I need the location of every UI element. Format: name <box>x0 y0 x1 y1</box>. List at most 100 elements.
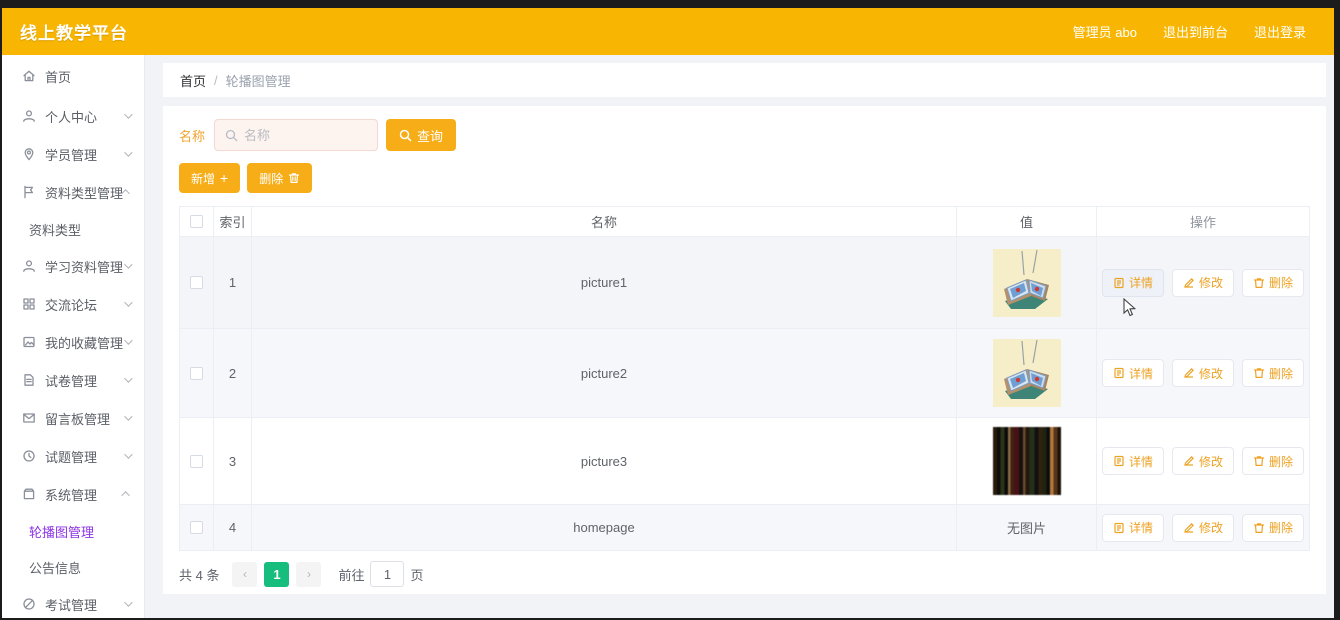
table-row: 4 homepage 无图片 详情 修改 删除 <box>180 505 1309 551</box>
sidebar-item-exam-management[interactable]: 考试管理 <box>2 585 144 618</box>
detail-button[interactable]: 详情 <box>1101 447 1164 475</box>
chevron-down-icon <box>124 374 133 383</box>
sidebar-item-message-board-management[interactable]: 留言板管理 <box>2 399 144 437</box>
table-row: 2 picture2 详情 修改 删除 <box>180 329 1309 418</box>
chevron-down-icon <box>124 298 133 307</box>
admin-user-label[interactable]: 管理员 abo <box>1073 22 1137 41</box>
sidebar-item-student-management[interactable]: 学员管理 <box>2 135 144 173</box>
sidebar-subitem-carousel-management[interactable]: 轮播图管理 <box>2 513 144 549</box>
table-row: 1 picture1 详情 修改 删除 <box>180 237 1309 329</box>
map-pin-icon <box>21 147 36 162</box>
window-frame: 线上教学平台 管理员 abo 退出到前台 退出登录 首页 个人中心 学员管理 资… <box>0 0 1340 620</box>
carousel-table: 索引 名称 值 操作 1 picture1 详情 修改 删除 2 picture… <box>179 206 1310 551</box>
sidebar-subitem-material-type[interactable]: 资料类型 <box>2 211 144 247</box>
main-content: 首页 / 轮播图管理 名称 查询 <box>145 55 1334 618</box>
delete-row-button[interactable]: 删除 <box>1242 447 1305 475</box>
row-name: picture3 <box>252 418 957 504</box>
sidebar-subitem-announcement-info[interactable]: 公告信息 <box>2 549 144 585</box>
box-icon <box>21 487 36 502</box>
edit-button[interactable]: 修改 <box>1171 447 1234 475</box>
trash-icon <box>1253 522 1265 533</box>
detail-button[interactable]: 详情 <box>1101 359 1164 387</box>
select-all-checkbox[interactable] <box>190 215 203 228</box>
row-name: picture2 <box>252 329 957 417</box>
row-index: 1 <box>214 237 252 328</box>
sidebar-item-material-type-management[interactable]: 资料类型管理 <box>2 173 144 211</box>
open-book-thumbnail <box>992 248 1061 317</box>
app-root: 线上教学平台 管理员 abo 退出到前台 退出登录 首页 个人中心 学员管理 资… <box>2 8 1334 618</box>
trash-icon <box>1253 277 1265 288</box>
search-icon <box>399 129 412 141</box>
next-page-button[interactable]: › <box>296 561 322 587</box>
exit-to-front-link[interactable]: 退出到前台 <box>1163 22 1228 41</box>
detail-button[interactable]: 详情 <box>1101 268 1164 297</box>
sidebar-item-forum[interactable]: 交流论坛 <box>2 285 144 323</box>
row-name: homepage <box>252 505 957 550</box>
sidebar-item-home[interactable]: 首页 <box>2 55 144 97</box>
detail-doc-icon <box>1114 277 1124 288</box>
pagination: 共 4 条 ‹ 1 › 前往 页 <box>179 561 1310 587</box>
edit-button[interactable]: 修改 <box>1171 513 1234 542</box>
flag-icon <box>21 185 36 200</box>
sidebar-item-question-management[interactable]: 试题管理 <box>2 437 144 475</box>
breadcrumb: 首页 / 轮播图管理 <box>163 63 1326 97</box>
name-search-input[interactable] <box>244 127 355 143</box>
detail-doc-icon <box>1114 522 1124 533</box>
sidebar-item-system-management[interactable]: 系统管理 <box>2 475 144 513</box>
circle-icon <box>21 449 36 464</box>
chevron-down-icon <box>124 110 133 119</box>
app-title: 线上教学平台 <box>20 24 128 43</box>
row-name: picture1 <box>252 237 957 328</box>
row-checkbox[interactable] <box>190 276 203 289</box>
edit-button[interactable]: 修改 <box>1171 359 1234 387</box>
prev-page-button[interactable]: ‹ <box>232 561 258 587</box>
name-field-label: 名称 <box>179 128 206 144</box>
sidebar-item-learning-material-management[interactable]: 学习资料管理 <box>2 247 144 285</box>
sidebar-item-my-favorites-management[interactable]: 我的收藏管理 <box>2 323 144 361</box>
row-index: 2 <box>214 329 252 417</box>
sidebar-item-exam-paper-management[interactable]: 试卷管理 <box>2 361 144 399</box>
goto-page-input[interactable] <box>370 561 405 587</box>
detail-doc-icon <box>1114 367 1124 379</box>
name-search-field[interactable] <box>214 119 379 151</box>
sidebar-item-personal-center[interactable]: 个人中心 <box>2 97 144 135</box>
carousel-management-panel: 名称 查询 新增 + <box>163 106 1326 594</box>
delete-row-button[interactable]: 删除 <box>1242 513 1305 542</box>
table-header-row: 索引 名称 值 操作 <box>180 207 1309 237</box>
delete-row-button[interactable]: 删除 <box>1242 359 1305 387</box>
delete-button[interactable]: 删除 <box>247 163 313 193</box>
detail-doc-icon <box>1114 455 1124 467</box>
query-button[interactable]: 查询 <box>386 119 457 151</box>
delete-row-button[interactable]: 删除 <box>1242 268 1305 297</box>
slash-circle-icon <box>21 597 36 612</box>
row-index: 3 <box>214 418 252 504</box>
mail-icon <box>21 411 36 426</box>
picture-icon <box>21 335 36 350</box>
detail-button[interactable]: 详情 <box>1101 513 1164 542</box>
row-checkbox[interactable] <box>190 521 203 534</box>
user-icon <box>21 259 36 274</box>
trash-icon <box>1253 456 1265 466</box>
logout-link[interactable]: 退出登录 <box>1254 22 1306 41</box>
sidebar: 首页 个人中心 学员管理 资料类型管理 资料类型 学习资料管理 交流论坛 我的收… <box>2 55 145 618</box>
breadcrumb-home[interactable]: 首页 <box>180 71 206 90</box>
no-image-text: 无图片 <box>957 505 1097 550</box>
current-page-button[interactable]: 1 <box>264 561 290 587</box>
row-checkbox[interactable] <box>190 454 203 468</box>
table-toolbar: 新增 + 删除 <box>179 163 1310 193</box>
table-row: 3 picture3 详情 修改 删除 <box>180 418 1309 505</box>
chevron-down-icon <box>124 336 133 345</box>
user-icon <box>21 109 36 124</box>
chevron-down-icon <box>124 148 133 157</box>
edit-pencil-icon <box>1184 277 1194 288</box>
add-button[interactable]: 新增 + <box>179 163 241 193</box>
plus-icon: + <box>220 170 229 186</box>
row-checkbox[interactable] <box>190 366 203 380</box>
trash-icon <box>1253 368 1265 378</box>
goto-label: 前往 <box>338 567 365 583</box>
edit-button[interactable]: 修改 <box>1171 268 1234 297</box>
home-icon <box>21 69 36 84</box>
column-header-action: 操作 <box>1189 215 1216 230</box>
row-index: 4 <box>214 505 252 550</box>
column-header-index: 索引 <box>214 207 252 236</box>
